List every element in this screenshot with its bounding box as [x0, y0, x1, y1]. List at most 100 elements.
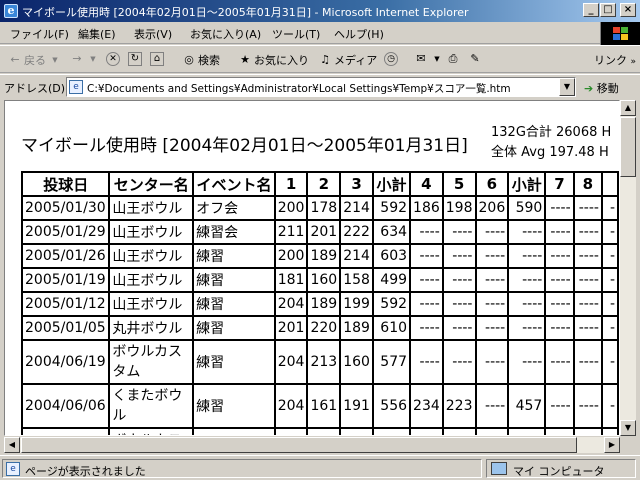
media-button[interactable]: ♫ メディア: [318, 52, 377, 68]
close-button[interactable]: ×: [620, 3, 636, 17]
search-button[interactable]: ◎ 検索: [182, 52, 220, 68]
address-dropdown-icon[interactable]: ▼: [559, 78, 575, 96]
header-center: センター名: [109, 172, 194, 196]
table-cell: ----: [545, 384, 574, 428]
home-button[interactable]: ⌂: [150, 52, 164, 66]
favorites-button[interactable]: ★ お気に入り: [238, 52, 309, 68]
table-cell: 200: [274, 244, 308, 268]
table-cell: 220: [307, 316, 341, 340]
menu-view[interactable]: 表示(V): [134, 26, 172, 42]
menu-bar: ファイル(F) 編集(E) 表示(V) お気に入り(A) ツール(T) ヘルプ(…: [0, 22, 640, 44]
table-cell: 191: [340, 384, 373, 428]
table-cell: ----: [442, 292, 476, 316]
table-cell: 2005/01/12: [22, 292, 110, 316]
refresh-button[interactable]: ↻: [128, 52, 142, 66]
stop-button[interactable]: ✕: [106, 52, 120, 66]
table-cell: 158: [340, 268, 373, 292]
table-cell: 山王ボウル: [109, 268, 194, 292]
scrollbar-corner: [620, 437, 636, 453]
search-label: 検索: [198, 54, 220, 67]
mail-icon: ✉: [416, 52, 426, 65]
table-cell: 山王ボウル: [109, 292, 194, 316]
table-cell: -: [601, 244, 618, 268]
mail-button[interactable]: ✉ ▼: [414, 52, 444, 66]
table-row: 2005/01/30 山王ボウル オフ会 200 178 214 592 186 198 206 5…: [22, 196, 618, 220]
table-cell: 457: [508, 384, 546, 428]
search-icon: ◎: [184, 53, 194, 66]
table-cell: [573, 428, 602, 435]
vertical-scrollbar[interactable]: ▲ ▼: [620, 100, 636, 436]
table-cell: ----: [475, 244, 509, 268]
links-button[interactable]: リンク »: [594, 52, 636, 68]
address-bar: アドレス(D) e C:¥Documents and Settings¥Admi…: [0, 74, 640, 98]
table-cell: ----: [475, 384, 509, 428]
menu-favorites[interactable]: お気に入り(A): [190, 26, 261, 42]
table-cell: 204: [274, 340, 308, 384]
table-cell: 186: [410, 196, 443, 220]
favorites-icon: ★: [240, 53, 250, 66]
page-content[interactable]: マイボール使用時 [2004年02月01日～2005年01月31日] 132G合…: [4, 100, 620, 436]
table-cell: [508, 428, 546, 435]
table-cell: [307, 428, 341, 435]
home-icon: ⌂: [150, 52, 164, 66]
minimize-button[interactable]: _: [583, 3, 599, 17]
table-cell: ----: [545, 196, 574, 220]
table-row: 2005/01/05 丸井ボウル 練習 201 220 189 610 ---- ---- ---…: [22, 316, 618, 340]
history-button[interactable]: ◷: [384, 52, 398, 66]
table-cell: ----: [573, 268, 602, 292]
table-row: 2005/01/12 山王ボウル 練習 204 189 199 592 ---- ---- ---…: [22, 292, 618, 316]
header-game-1: 1: [274, 172, 308, 196]
windows-logo-icon: [600, 22, 640, 46]
scroll-down-icon[interactable]: ▼: [620, 420, 636, 436]
table-cell: ----: [410, 292, 443, 316]
maximize-button[interactable]: □: [600, 3, 616, 17]
table-cell: ----: [442, 316, 476, 340]
links-label: リンク: [593, 54, 627, 67]
table-cell: 214: [340, 244, 373, 268]
zone-text: マイ コンピュータ: [513, 465, 605, 478]
go-button[interactable]: ➔ 移動: [584, 80, 619, 96]
menu-help[interactable]: ヘルプ(H): [334, 26, 384, 42]
address-input[interactable]: e C:¥Documents and Settings¥Administrato…: [66, 77, 576, 97]
table-cell: ----: [442, 244, 476, 268]
table-cell: [22, 428, 110, 435]
table-cell: 2005/01/29: [22, 220, 110, 244]
forward-button[interactable]: → ▼: [70, 52, 100, 66]
score-table-body: 2005/01/30 山王ボウル オフ会 200 178 214 592 186 198 206 5…: [22, 196, 618, 435]
table-cell: 2005/01/05: [22, 316, 110, 340]
table-cell: 213: [307, 340, 341, 384]
table-cell: 592: [372, 292, 411, 316]
status-panel: e ページが表示されました: [2, 459, 482, 478]
menu-edit[interactable]: 編集(E): [78, 26, 116, 42]
table-row: 2005/01/29 山王ボウル 練習会 211 201 222 634 ---- ---- --…: [22, 220, 618, 244]
table-cell: 603: [372, 244, 411, 268]
table-cell: 206: [475, 196, 509, 220]
table-cell: ----: [475, 220, 509, 244]
header-game-6: 6: [475, 172, 509, 196]
table-cell: 204: [274, 292, 308, 316]
table-row: 2004/06/19 ボウルカスタム 練習 204 213 160 577 ---- ---- -…: [22, 340, 618, 384]
table-row-partial: ボウルカス: [22, 428, 618, 435]
table-cell: 204: [274, 384, 308, 428]
menu-tools[interactable]: ツール(T): [272, 26, 320, 42]
horizontal-scrollbar[interactable]: ◀ ▶: [4, 437, 620, 453]
table-cell: オフ会: [193, 196, 275, 220]
scroll-left-icon[interactable]: ◀: [4, 437, 20, 453]
table-cell: -: [601, 316, 618, 340]
menu-file[interactable]: ファイル(F): [10, 26, 69, 42]
horizontal-scroll-thumb[interactable]: [21, 437, 577, 453]
title-bar[interactable]: e マイボール使用時 [2004年02月01日～2005年01月31日] - M…: [0, 0, 640, 22]
back-button[interactable]: ← 戻る ▼: [8, 52, 62, 68]
scroll-up-icon[interactable]: ▲: [620, 100, 636, 116]
edit-icon: ✎: [470, 52, 480, 65]
header-date: 投球日: [22, 172, 110, 196]
table-cell: 丸井ボウル: [109, 316, 194, 340]
address-url[interactable]: C:¥Documents and Settings¥Administrator¥…: [87, 81, 511, 96]
vertical-scroll-thumb[interactable]: [620, 117, 636, 177]
table-cell: ----: [508, 340, 546, 384]
page-icon: e: [69, 80, 83, 94]
print-button[interactable]: ⎙: [446, 52, 460, 66]
table-cell: [274, 428, 308, 435]
scroll-right-icon[interactable]: ▶: [604, 437, 620, 453]
edit-button[interactable]: ✎: [468, 52, 482, 66]
